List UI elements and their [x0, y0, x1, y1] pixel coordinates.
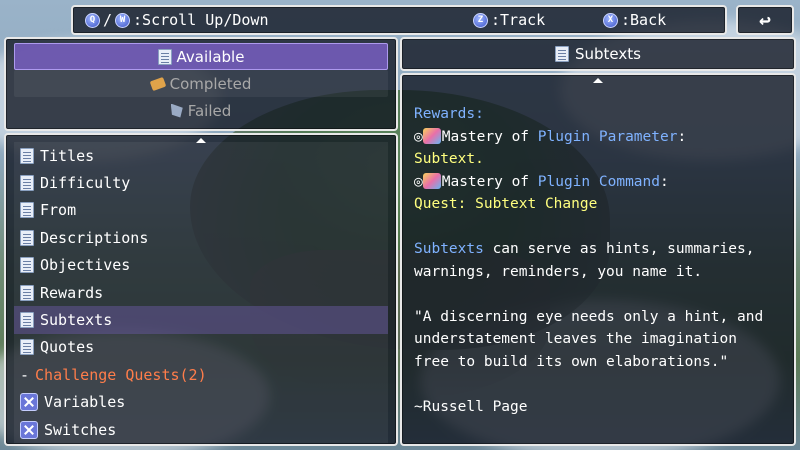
quest-category-challenge[interactable]: - Challenge Quests(2) — [14, 361, 388, 389]
quote-line-1: "A discerning eye needs only a hint, and — [414, 308, 764, 325]
back-help: X :Back — [603, 11, 666, 29]
quote-author: ~Russell Page — [414, 398, 528, 415]
subtext-highlight: Subtexts — [414, 241, 484, 257]
quest-item-rewards[interactable]: Rewards — [14, 278, 388, 307]
quest-category-window: Available Completed Failed — [4, 37, 398, 131]
variables-icon — [20, 393, 38, 412]
quest-item-variables[interactable]: Variables — [14, 388, 388, 416]
quest-label: Rewards — [40, 283, 104, 302]
category-label: Failed — [187, 101, 232, 120]
quest-label: Descriptions — [40, 228, 149, 247]
failed-icon — [170, 103, 183, 118]
reward-mark: ◎ — [414, 173, 423, 190]
document-icon — [20, 284, 34, 301]
quest-title: Subtexts — [575, 45, 641, 63]
reward-value-1: Subtext. — [414, 151, 484, 167]
quest-label: Titles — [40, 146, 95, 165]
reward-suffix: : — [659, 173, 669, 190]
quest-item-from[interactable]: From — [14, 196, 388, 225]
quest-item-titles[interactable]: Titles — [14, 142, 388, 170]
q-key-icon: Q — [85, 12, 100, 28]
scroll-label: :Scroll Up/Down — [133, 11, 269, 29]
collapse-prefix: - — [20, 365, 30, 384]
subtext-text: can serve as hints, summaries, — [483, 241, 755, 257]
category-completed[interactable]: Completed — [14, 70, 388, 97]
quest-item-subtexts[interactable]: Subtexts — [14, 306, 388, 334]
document-icon — [20, 202, 34, 219]
document-icon — [20, 147, 34, 164]
quote-line-2: understatement leaves the imagination — [414, 331, 738, 347]
reward-value-2: Quest: Subtext Change — [414, 196, 598, 212]
reward-mark: ◎ — [414, 128, 423, 145]
track-label: :Track — [491, 11, 546, 29]
document-icon — [20, 312, 34, 329]
quest-label: Quotes — [40, 338, 95, 357]
rewards-heading: Rewards: — [414, 106, 484, 122]
reward-text: Mastery of — [441, 173, 538, 190]
document-icon — [157, 48, 172, 65]
back-label: :Back — [621, 11, 667, 29]
quest-label: From — [40, 201, 77, 220]
quest-item-difficulty[interactable]: Difficulty — [14, 169, 388, 197]
reward-line-2: ◎ Mastery of Plugin Command: — [414, 171, 782, 194]
quest-item-quotes[interactable]: Quotes — [14, 333, 388, 362]
quest-list-window[interactable]: Titles Difficulty From Descriptions Obje… — [4, 133, 398, 446]
quest-label: Variables — [44, 393, 126, 412]
ticket-icon — [149, 76, 166, 91]
category-label: Completed — [169, 74, 252, 93]
quest-item-descriptions[interactable]: Descriptions — [14, 224, 388, 252]
category-label: Available — [176, 47, 245, 66]
quest-label: Switches — [44, 420, 117, 439]
reward-line-1: ◎ Mastery of Plugin Parameter: — [414, 126, 782, 149]
mastery-icon — [422, 127, 441, 144]
scroll-separator: / — [103, 11, 113, 29]
document-icon — [20, 339, 34, 356]
quest-item-switches[interactable]: Switches — [14, 415, 388, 444]
quest-title-window: Subtexts — [400, 37, 796, 71]
quest-label: Objectives — [40, 256, 131, 275]
w-key-icon: W — [115, 12, 131, 28]
return-arrow-icon: ↩ — [758, 8, 772, 32]
help-bar: Q / W :Scroll Up/Down Z :Track X :Back — [71, 5, 727, 35]
switches-icon — [20, 420, 38, 439]
quest-detail-window[interactable]: Rewards: ◎ Mastery of Plugin Parameter: S… — [400, 73, 796, 446]
document-icon — [20, 257, 34, 274]
scroll-up-arrow-icon[interactable] — [593, 78, 603, 83]
category-failed[interactable]: Failed — [14, 97, 388, 124]
x-key-icon: X — [603, 12, 618, 28]
back-button[interactable]: ↩ — [736, 5, 794, 35]
scroll-up-arrow-icon[interactable] — [196, 138, 206, 143]
scroll-help: Q / W :Scroll Up/Down — [85, 11, 269, 29]
reward-suffix: : — [677, 128, 687, 145]
reward-highlight: Plugin Command — [537, 173, 660, 190]
document-icon — [20, 229, 34, 246]
z-key-icon: Z — [473, 12, 488, 28]
subtext-line-2: warnings, reminders, you name it. — [414, 263, 703, 280]
quest-label: Subtexts — [40, 311, 113, 330]
quote-line-3: free to build its own elaborations." — [414, 353, 729, 370]
quest-category-label: Challenge Quests(2) — [35, 365, 207, 384]
reward-highlight: Plugin Parameter — [537, 128, 678, 145]
reward-text: Mastery of — [441, 128, 538, 145]
quest-item-objectives[interactable]: Objectives — [14, 251, 388, 279]
subtext-line-1: Subtexts can serve as hints, summaries, — [414, 238, 782, 261]
category-available[interactable]: Available — [14, 43, 388, 70]
mastery-icon — [422, 172, 441, 189]
quest-label: Difficulty — [40, 174, 131, 193]
track-help: Z :Track — [473, 11, 545, 29]
document-icon — [20, 175, 34, 192]
document-icon — [555, 46, 569, 62]
